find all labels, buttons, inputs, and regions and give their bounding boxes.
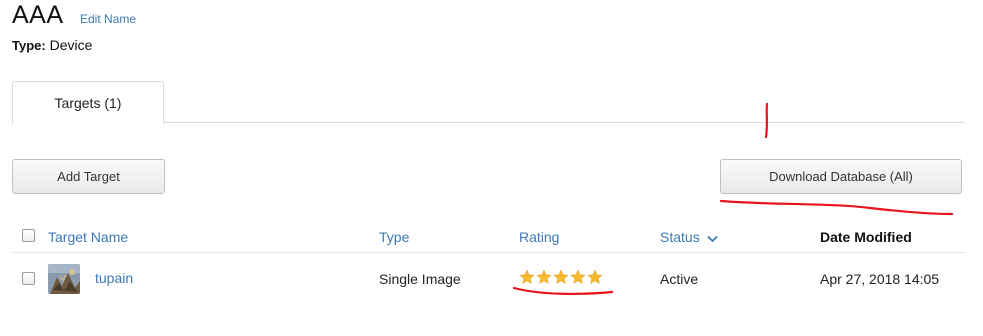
type-label: Type: xyxy=(12,38,46,53)
column-header-type[interactable]: Type xyxy=(379,228,409,246)
column-header-date-modified: Date Modified xyxy=(820,229,912,245)
target-thumbnail[interactable] xyxy=(48,264,80,294)
database-title: AAA xyxy=(12,1,64,29)
tab-label: Targets (1) xyxy=(54,94,122,111)
row-checkbox[interactable] xyxy=(22,272,35,285)
column-header-status[interactable]: Status xyxy=(660,228,718,247)
add-target-label: Add Target xyxy=(57,169,120,184)
status-value: Active xyxy=(660,271,699,287)
star-icon xyxy=(570,269,586,284)
download-database-button[interactable]: Download Database (All) xyxy=(720,159,962,194)
add-target-button[interactable]: Add Target xyxy=(12,159,165,194)
rating-stars xyxy=(519,269,603,285)
target-type: Single Image xyxy=(379,271,461,287)
column-header-target-name[interactable]: Target Name xyxy=(48,228,128,246)
select-all-checkbox[interactable] xyxy=(22,229,35,242)
annotation-underline-download xyxy=(719,199,954,216)
table-header-divider xyxy=(12,252,965,253)
download-database-label: Download Database (All) xyxy=(769,169,913,184)
star-icon xyxy=(553,269,569,284)
star-icon xyxy=(587,269,603,284)
tab-targets[interactable]: Targets (1) xyxy=(12,81,164,124)
annotation-underline-rating xyxy=(512,286,614,296)
chevron-down-icon xyxy=(706,229,718,247)
annotation-vertical-stroke xyxy=(764,102,769,139)
type-value: Device xyxy=(49,37,93,53)
column-header-status-label: Status xyxy=(660,229,700,245)
date-modified-value: Apr 27, 2018 14:05 xyxy=(820,271,940,287)
edit-name-link[interactable]: Edit Name xyxy=(80,11,136,27)
target-name-link[interactable]: tupain xyxy=(95,269,133,287)
star-icon xyxy=(519,269,535,284)
column-header-rating[interactable]: Rating xyxy=(519,228,559,246)
type-line: Type: Device xyxy=(12,36,92,55)
star-icon xyxy=(536,269,552,284)
